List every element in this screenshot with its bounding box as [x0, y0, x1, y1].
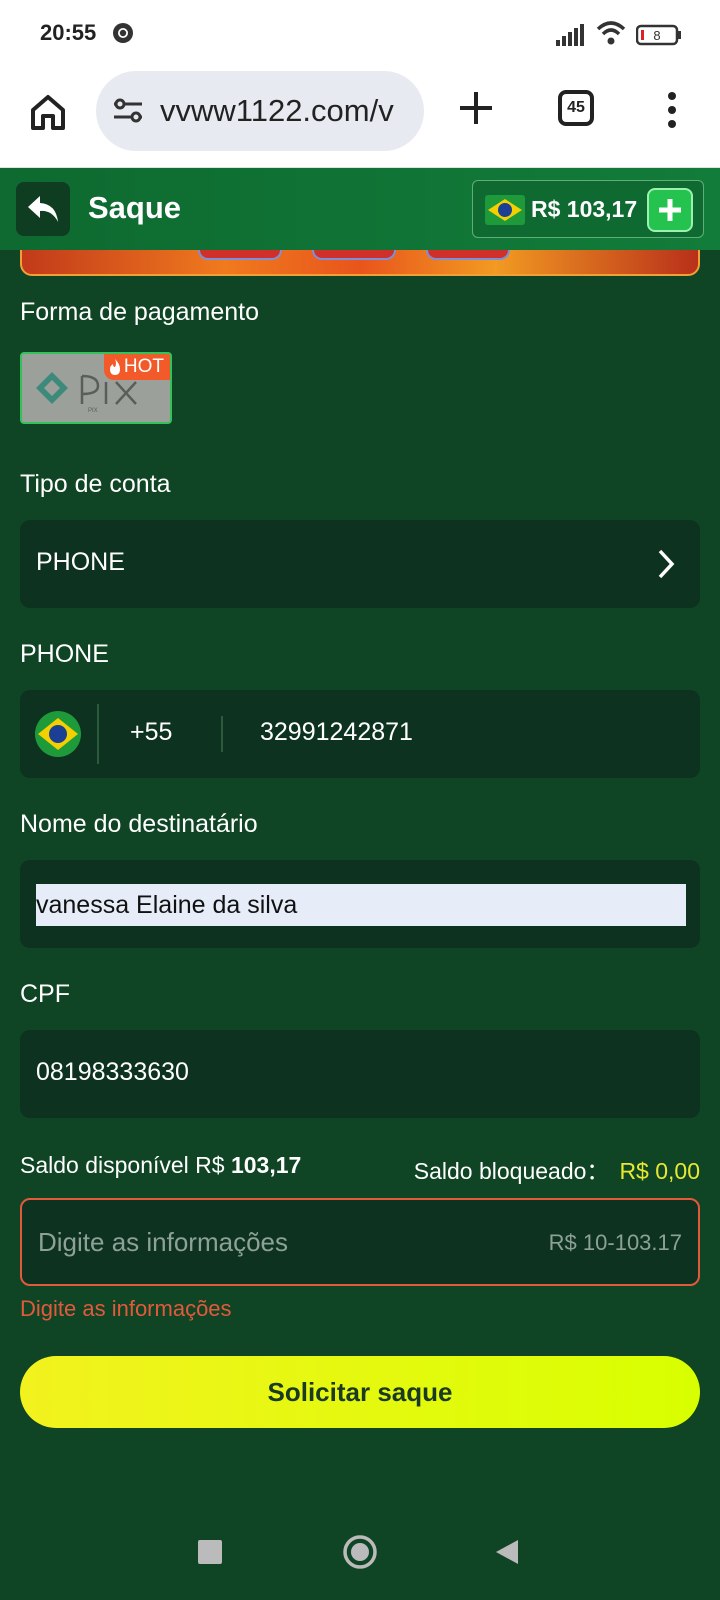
amount-input[interactable]: Digite as informações R$ 10-103.17	[20, 1198, 700, 1286]
available-balance: Saldo disponível R$ 103,17	[20, 1152, 301, 1179]
home-circle-icon[interactable]	[342, 1534, 378, 1570]
payment-method-label: Forma de pagamento	[20, 298, 260, 326]
system-nav-bar	[0, 1500, 720, 1600]
recipient-label: Nome do destinatário	[20, 810, 258, 838]
signal-icon	[556, 24, 584, 46]
tab-switcher-button[interactable]: 45	[558, 90, 594, 126]
page-title: Saque	[88, 190, 182, 225]
phone-label: PHONE	[20, 640, 109, 668]
cpf-label: CPF	[20, 980, 70, 1008]
recipient-name-field[interactable]: vanessa Elaine da silva	[20, 860, 700, 948]
promo-banner[interactable]	[20, 250, 700, 276]
blocked-balance: Saldo bloqueado： R$ 0,00	[414, 1152, 700, 1186]
available-balance-label: Saldo disponível R$	[20, 1152, 225, 1178]
back-button[interactable]	[16, 182, 70, 236]
chevron-right-icon	[658, 549, 675, 579]
account-type-value: PHONE	[36, 548, 125, 576]
hot-badge-text: HOT	[123, 356, 164, 377]
battery-level: 8	[653, 28, 660, 43]
status-bar: 20:55 8	[0, 0, 720, 68]
country-code[interactable]: +55	[130, 718, 172, 747]
battery-icon: 8	[636, 24, 681, 46]
divider	[97, 704, 99, 764]
app-header: Saque R$ 103,17	[0, 168, 720, 250]
hot-badge: HOT	[103, 354, 170, 380]
status-time: 20:55	[40, 20, 97, 45]
blocked-balance-label: Saldo bloqueado：	[413, 1158, 610, 1184]
back-arrow-icon	[28, 196, 58, 222]
phone-number-input[interactable]: 32991242871	[260, 718, 413, 747]
more-menu-icon[interactable]	[664, 90, 680, 130]
amount-error-message: Digite as informações	[20, 1296, 232, 1321]
blocked-balance-value: R$ 0,00	[619, 1158, 700, 1184]
chrome-icon	[113, 23, 133, 43]
pix-payment-option[interactable]: PIX HOT	[20, 352, 172, 424]
banner-decoration	[426, 250, 510, 260]
recents-icon[interactable]	[198, 1540, 222, 1564]
browser-toolbar: vvww1122.com/v 45	[0, 68, 720, 168]
recipient-name-input[interactable]: vanessa Elaine da silva	[36, 884, 686, 926]
account-type-select[interactable]: PHONE	[20, 520, 700, 608]
plus-icon	[659, 199, 681, 221]
amount-placeholder[interactable]: Digite as informações	[38, 1227, 288, 1258]
new-tab-icon[interactable]	[456, 88, 496, 128]
amount-range: R$ 10-103.17	[548, 1230, 682, 1255]
banner-decoration	[198, 250, 282, 260]
back-triangle-icon[interactable]	[494, 1538, 520, 1566]
cpf-input[interactable]: 08198333630	[36, 1058, 189, 1087]
divider	[221, 716, 223, 752]
site-settings-icon[interactable]	[112, 97, 144, 125]
flame-icon	[109, 359, 120, 375]
deposit-button[interactable]	[647, 188, 693, 232]
account-type-label: Tipo de conta	[20, 470, 171, 498]
banner-decoration	[312, 250, 396, 260]
url-text[interactable]: vvww1122.com/v	[160, 93, 410, 129]
balance-widget: R$ 103,17	[472, 180, 704, 238]
phone-field[interactable]: +55 32991242871	[20, 690, 700, 778]
wifi-icon	[596, 21, 626, 45]
request-withdrawal-button[interactable]: Solicitar saque	[20, 1356, 700, 1428]
brazil-flag-icon[interactable]	[34, 710, 82, 758]
home-icon[interactable]	[28, 92, 68, 132]
available-balance-value: 103,17	[230, 1152, 302, 1178]
pix-logo-text: PIX	[88, 408, 98, 414]
address-bar[interactable]: vvww1122.com/v	[96, 71, 424, 151]
brazil-flag-icon	[485, 195, 525, 225]
balance-amount: R$ 103,17	[531, 196, 638, 222]
cpf-field[interactable]: 08198333630	[20, 1030, 700, 1118]
